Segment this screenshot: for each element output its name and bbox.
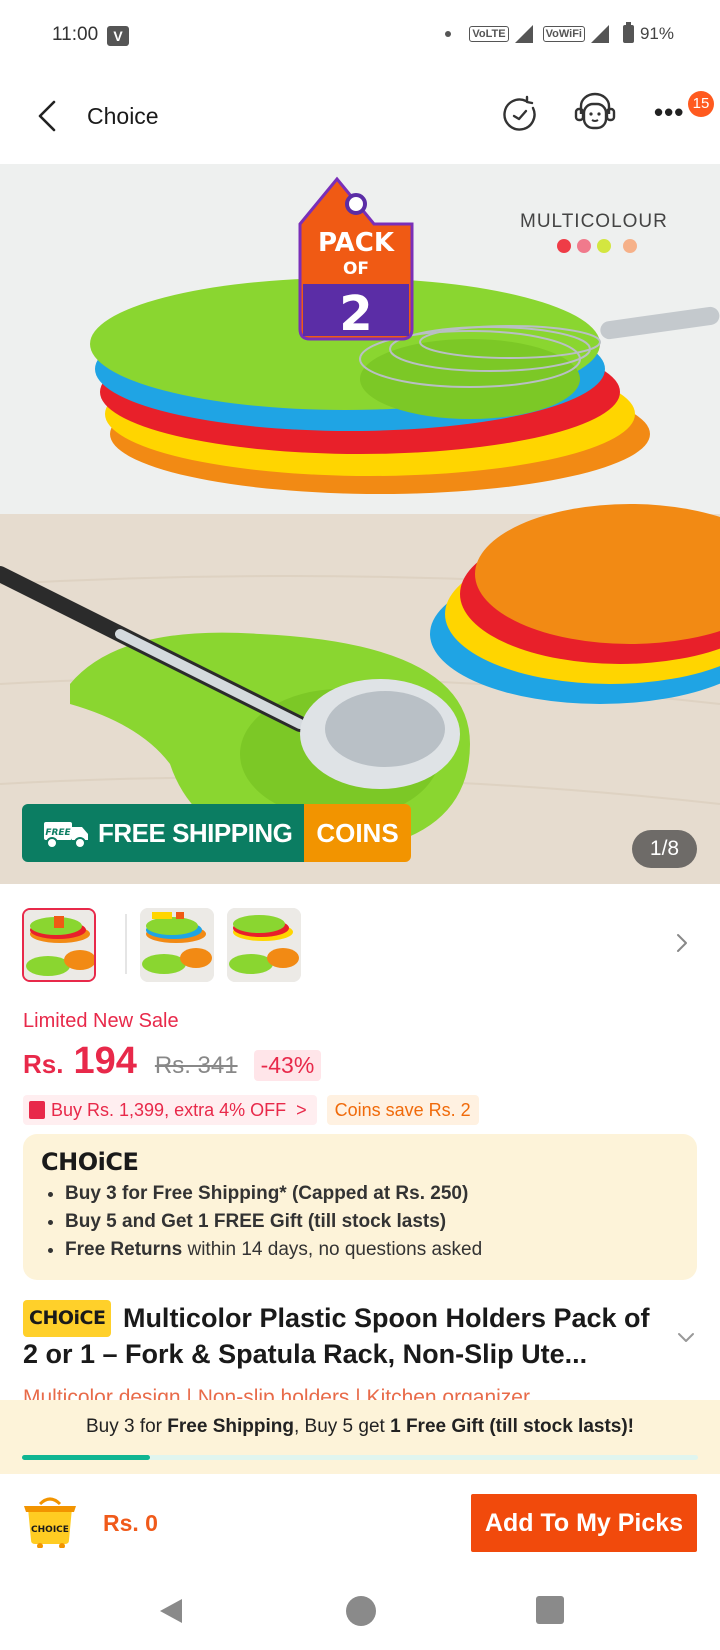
choice-badge: CHOiCE (23, 1300, 112, 1337)
support-icon[interactable] (572, 92, 618, 136)
signal-icon (590, 25, 609, 43)
product-tags: Multicolor design | Non-slip holders | K… (23, 1386, 530, 1400)
signal-icon (514, 25, 533, 43)
free-shipping-text: FREE SHIPPING (98, 817, 293, 848)
action-bar: CHOICE Rs. 0 Add To My Picks (0, 1474, 720, 1574)
bundle-promo-text: Buy Rs. 1,399, extra 4% OFF (51, 1099, 287, 1120)
promo-row: Buy Rs. 1,399, extra 4% OFF > Coins save… (23, 1095, 479, 1125)
product-image-carousel[interactable]: PACK OF 2 MULTICOLOUR (0, 164, 720, 884)
choice-benefit-item: Free Returns within 14 days, no question… (41, 1236, 679, 1264)
battery-percent: 91% (639, 24, 674, 43)
promo-progress-bar (22, 1455, 698, 1460)
chevron-right-icon: > (296, 1099, 307, 1120)
choice-benefit-item: Buy 3 for Free Shipping* (Capped at Rs. … (41, 1180, 679, 1208)
thumbnail-image (227, 908, 301, 982)
product-photo: PACK OF 2 MULTICOLOUR (0, 164, 720, 884)
cart-total: Rs. 0 (103, 1510, 158, 1536)
refresh-icon[interactable] (500, 95, 540, 135)
voucher-icon (29, 1101, 45, 1119)
notification-badge: 15 (688, 91, 714, 117)
vowifi-label: VoWiFi (542, 26, 585, 42)
choice-logo: CHOiCE (41, 1148, 139, 1176)
thumbnail-divider (125, 914, 127, 974)
original-price: Rs. 341 (154, 1052, 238, 1079)
product-title-text: Multicolor Plastic Spoon Holders Pack of… (23, 1303, 650, 1369)
status-time: 11:00 (52, 24, 99, 45)
thumbnail-image (24, 910, 94, 980)
bottom-promo-text: Buy 3 for Free Shipping, Buy 5 get 1 Fre… (85, 1416, 635, 1437)
truck-icon: FREE (44, 822, 88, 849)
promo-progress-fill (22, 1455, 151, 1460)
nav-back-icon[interactable] (156, 1596, 186, 1626)
choice-benefits-box[interactable]: CHOiCE Buy 3 for Free Shipping* (Capped … (23, 1134, 697, 1280)
thumbnail-1[interactable] (22, 908, 96, 982)
image-page-counter: 1/8 (632, 830, 697, 868)
chevron-right-icon[interactable] (674, 930, 690, 956)
multicolour-label: MULTICOLOUR (520, 211, 668, 232)
volte-label: VoLTE (469, 26, 509, 42)
free-shipping-section: FREE FREE SHIPPING (22, 804, 305, 862)
free-badge-text: FREE (45, 828, 71, 838)
notification-dot-icon (445, 31, 452, 37)
choice-cart-icon[interactable]: CHOICE (22, 1496, 78, 1548)
thumbnail-3[interactable] (227, 908, 301, 982)
chevron-down-icon[interactable] (676, 1332, 696, 1344)
pack-label-1: PACK (318, 228, 395, 258)
price-row: Rs. 194 Rs. 341 -43% (23, 1040, 322, 1083)
status-v-badge: V (107, 26, 129, 46)
coins-save-chip: Coins save Rs. 2 (326, 1095, 479, 1125)
choice-benefit-item: Buy 5 and Get 1 FREE Gift (till stock la… (41, 1208, 679, 1236)
pack-label-3: 2 (339, 286, 372, 342)
thumbnail-image (140, 908, 214, 982)
page-title: Choice (87, 103, 159, 129)
pack-label-2: OF (343, 259, 369, 279)
sale-label: Limited New Sale (23, 1010, 179, 1032)
free-shipping-banner: FREE FREE SHIPPING COINS (22, 804, 411, 862)
product-title[interactable]: CHOiCE Multicolor Plastic Spoon Holders … (23, 1300, 663, 1372)
nav-home-icon[interactable] (346, 1596, 376, 1626)
coins-section: COINS (304, 804, 411, 862)
current-price: 194 (73, 1040, 137, 1082)
bottom-promo-banner: Buy 3 for Free Shipping, Buy 5 get 1 Fre… (0, 1400, 720, 1474)
battery-icon (622, 22, 634, 43)
cart-label: CHOICE (31, 1525, 69, 1535)
thumbnail-2[interactable] (140, 908, 214, 982)
bundle-promo-chip[interactable]: Buy Rs. 1,399, extra 4% OFF > (23, 1095, 317, 1125)
status-bar: 11:00 V VoLTE VoWiFi 91% (0, 0, 720, 72)
discount-badge: -43% (253, 1050, 322, 1081)
status-indicators: VoLTE VoWiFi 91% (445, 22, 674, 44)
app-header: Choice ••• 15 (0, 80, 720, 156)
back-icon[interactable] (34, 98, 62, 134)
thumbnail-strip (22, 908, 702, 984)
more-icon[interactable]: ••• (654, 99, 688, 126)
system-nav-bar (0, 1574, 720, 1650)
add-to-picks-button[interactable]: Add To My Picks (471, 1494, 697, 1552)
nav-recents-icon[interactable] (536, 1596, 564, 1624)
price-currency: Rs. (23, 1049, 64, 1079)
choice-benefit-list: Buy 3 for Free Shipping* (Capped at Rs. … (41, 1180, 679, 1264)
